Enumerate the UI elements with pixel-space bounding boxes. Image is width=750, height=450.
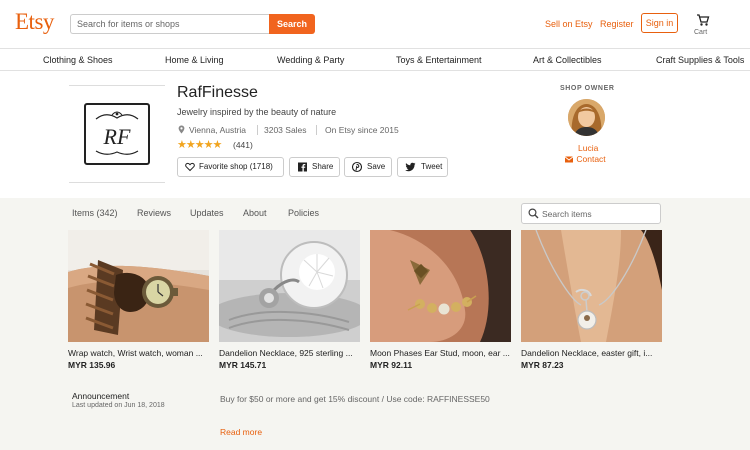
pinterest-icon (351, 158, 363, 183)
search-button[interactable]: Search (269, 14, 315, 34)
shop-name: RafFinesse (177, 84, 258, 101)
read-more-link[interactable]: Read more (220, 427, 262, 437)
shop-owner-label: SHOP OWNER (560, 85, 615, 92)
sign-in-button[interactable]: Sign in (641, 13, 678, 33)
tab-items[interactable]: Items (342) (72, 208, 118, 218)
nav-art-collectibles[interactable]: Art & Collectibles (533, 55, 602, 65)
rating-stars[interactable]: ★★★★★ (177, 138, 222, 151)
heart-icon (185, 158, 195, 183)
site-header: Etsy Search Sell on Etsy Register Sign i… (0, 0, 750, 48)
contact-label: Contact (576, 154, 606, 164)
shop-content: Items (342) Reviews Updates About Polici… (0, 198, 750, 450)
listing-price: MYR 145.71 (219, 360, 267, 370)
announcement-body: Buy for $50 or more and get 15% discount… (220, 394, 490, 404)
shop-location: Vienna, Austria (189, 125, 247, 135)
announcement-date: Last updated on Jun 18, 2018 (72, 402, 165, 409)
facebook-icon (297, 158, 307, 183)
listing-image[interactable] (219, 230, 360, 342)
share-button[interactable]: Share (289, 157, 340, 177)
share-label: Share (312, 162, 334, 171)
review-count[interactable]: (441) (233, 140, 253, 150)
shop-since: On Etsy since 2015 (325, 125, 399, 135)
owner-avatar[interactable] (568, 99, 605, 136)
shop-header: RF RafFinesse Jewelry inspired by the be… (0, 71, 750, 198)
owner-name[interactable]: Lucia (578, 143, 598, 153)
shop-logo: RF (84, 103, 150, 165)
listing-title[interactable]: Dandelion Necklace, easter gift, i... (521, 348, 662, 358)
site-search: Search (70, 14, 315, 34)
meta-divider (257, 125, 258, 135)
listing-title[interactable]: Moon Phases Ear Stud, moon, ear ... (370, 348, 511, 358)
listing-price: MYR 87.23 (521, 360, 564, 370)
tweet-label: Tweet (421, 162, 443, 171)
items-search-input[interactable] (542, 206, 654, 222)
listing-price: MYR 92.11 (370, 360, 413, 370)
cart-label: Cart (694, 29, 708, 36)
contact-owner-link[interactable]: Contact (564, 154, 606, 165)
shop-logo-frame: RF (69, 85, 165, 183)
nav-craft-supplies[interactable]: Craft Supplies & Tools (656, 55, 744, 65)
shop-logo-monogram: RF (103, 124, 131, 149)
listing-image[interactable] (521, 230, 662, 342)
tab-reviews[interactable]: Reviews (137, 208, 171, 218)
location-pin-icon (178, 125, 185, 136)
nav-toys-entertainment[interactable]: Toys & Entertainment (396, 55, 482, 65)
save-button[interactable]: Save (344, 157, 392, 177)
listing-price: MYR 135.96 (68, 360, 116, 370)
tab-about[interactable]: About (243, 208, 267, 218)
tab-updates[interactable]: Updates (190, 208, 224, 218)
listing-title[interactable]: Dandelion Necklace, 925 sterling ... (219, 348, 360, 358)
nav-clothing-shoes[interactable]: Clothing & Shoes (43, 55, 113, 65)
cart-icon[interactable] (694, 13, 712, 29)
favorite-shop-label: Favorite shop (1718) (199, 162, 273, 171)
envelope-icon (564, 155, 574, 165)
items-search-box (521, 203, 661, 224)
nav-wedding-party[interactable]: Wedding & Party (277, 55, 344, 65)
meta-divider (316, 125, 317, 135)
listing-image[interactable] (68, 230, 209, 342)
announcement-title: Announcement (72, 391, 130, 401)
search-input[interactable] (70, 14, 269, 34)
etsy-logo[interactable]: Etsy (15, 9, 54, 35)
sell-on-etsy-link[interactable]: Sell on Etsy (545, 19, 593, 29)
search-icon (528, 208, 539, 221)
save-label: Save (367, 162, 386, 171)
favorite-shop-button[interactable]: Favorite shop (1718) (177, 157, 284, 177)
listing-title[interactable]: Wrap watch, Wrist watch, woman ... (68, 348, 209, 358)
shop-tagline: Jewelry inspired by the beauty of nature (177, 107, 337, 117)
category-nav: Clothing & Shoes Home & Living Wedding &… (0, 48, 750, 71)
listing-image[interactable] (370, 230, 511, 342)
tweet-button[interactable]: Tweet (397, 157, 448, 177)
shop-sales[interactable]: 3203 Sales (264, 125, 307, 135)
nav-home-living[interactable]: Home & Living (165, 55, 224, 65)
tab-policies[interactable]: Policies (288, 208, 319, 218)
register-link[interactable]: Register (600, 19, 634, 29)
twitter-icon (405, 158, 416, 183)
